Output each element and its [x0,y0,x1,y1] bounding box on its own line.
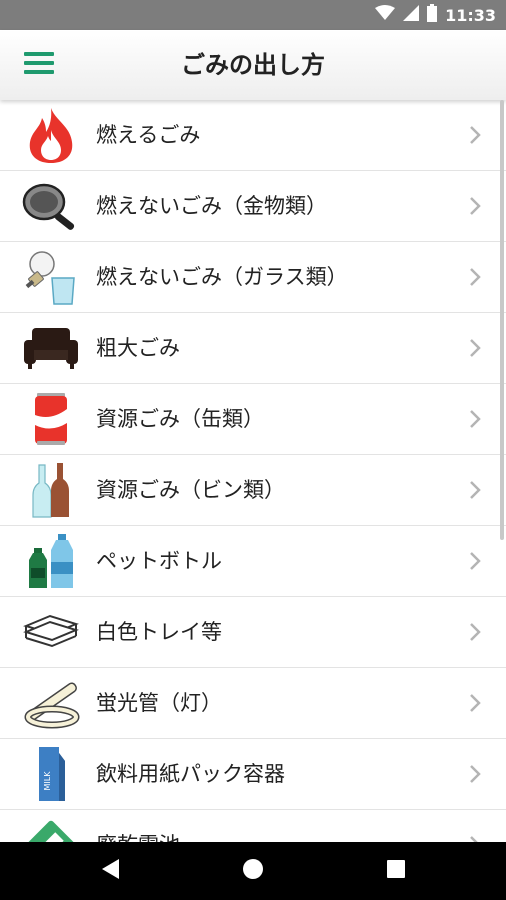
list-item-label: 燃えないごみ（金物類） [96,194,327,218]
list-item-label: 粗大ごみ [96,336,180,360]
list-item-paper-cartons[interactable]: MILK 飲料用紙パック容器 [0,739,506,810]
chevron-right-icon [468,195,482,217]
list-item-label: 飲料用紙パック容器 [96,762,285,786]
wifi-icon [375,5,396,25]
list-item-recyclable-bottles[interactable]: 資源ごみ（ビン類） [0,455,506,526]
frying-pan-icon [22,177,80,235]
hamburger-menu-icon [24,51,54,79]
list-item-nonburnable-metal[interactable]: 燃えないごみ（金物類） [0,171,506,242]
status-time: 11:33 [445,5,496,25]
chevron-right-icon [468,692,482,714]
recents-button[interactable] [381,856,411,886]
status-icons: 11:33 [375,0,496,30]
sofa-icon [22,319,80,377]
back-button[interactable] [96,856,126,886]
list-item-fluorescent-tubes[interactable]: 蛍光管（灯） [0,668,506,739]
battery-icon [427,4,438,26]
chevron-right-icon [468,550,482,572]
battery-cell-icon [22,816,80,842]
list-item-label: 蛍光管（灯） [96,691,222,715]
chevron-right-icon [468,479,482,501]
chevron-right-icon [468,763,482,785]
chevron-right-icon [468,266,482,288]
list-item-label: 燃えないごみ（ガラス類） [96,265,348,289]
app-bar: ごみの出し方 [0,30,506,100]
category-list: 燃えるごみ 燃えないごみ（金物類） 燃えないごみ（ガラス類） 粗大ごみ 資源ごみ… [0,100,506,842]
signal-icon [403,5,420,25]
carton-text: MILK [43,771,52,791]
list-item-dry-batteries[interactable]: 廃乾電池 [0,810,506,842]
list-item-label: 資源ごみ（ビン類） [96,478,285,502]
list-item-label: 燃えるごみ [96,123,201,147]
chevron-right-icon [468,124,482,146]
list-item-label: 資源ごみ（缶類） [96,407,264,431]
list-item-label: ペットボトル [96,549,222,573]
flame-icon [22,106,80,164]
chevron-right-icon [468,337,482,359]
pet-bottle-icon [22,532,80,590]
scrollbar[interactable] [500,100,504,540]
back-icon [101,858,121,884]
navigation-bar [0,842,506,900]
chevron-right-icon [468,408,482,430]
list-item-label: 廃乾電池 [96,810,180,842]
recents-icon [387,860,405,882]
list-item-white-trays[interactable]: 白色トレイ等 [0,597,506,668]
list-item-pet-bottles[interactable]: ペットボトル [0,526,506,597]
list-item-label: 白色トレイ等 [96,620,222,644]
milk-carton-icon: MILK [22,745,80,803]
list-item-oversized[interactable]: 粗大ごみ [0,313,506,384]
status-bar: 11:33 [0,0,506,30]
home-icon [242,858,264,884]
list-item-recyclable-cans[interactable]: 資源ごみ（缶類） [0,384,506,455]
tray-icon [22,603,80,661]
menu-button[interactable] [24,50,64,80]
bottles-icon [22,461,80,519]
page-title: ごみの出し方 [181,51,325,79]
fluorescent-tube-icon [22,674,80,732]
home-button[interactable] [238,856,268,886]
list-item-nonburnable-glass[interactable]: 燃えないごみ（ガラス類） [0,242,506,313]
list-item-burnable[interactable]: 燃えるごみ [0,100,506,171]
chevron-right-icon [468,834,482,842]
chevron-right-icon [468,621,482,643]
can-icon [22,390,80,448]
lightbulb-glass-icon [22,248,80,306]
